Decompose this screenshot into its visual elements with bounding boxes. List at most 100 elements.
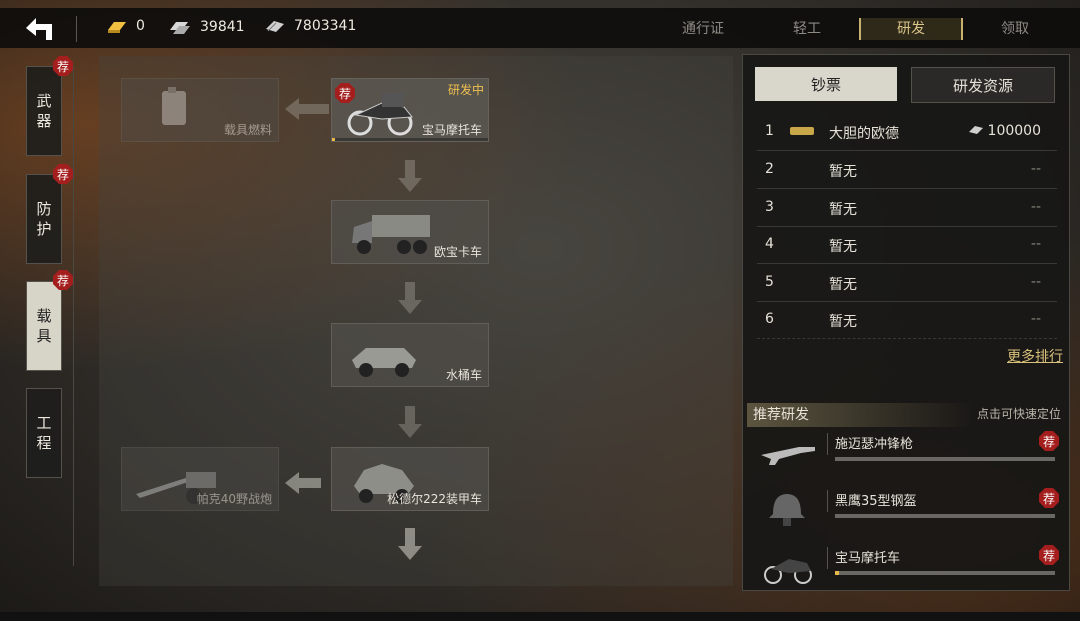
arrow-down-icon [398,282,422,314]
recommended-item-progress [835,571,1055,575]
banknote-icon [968,126,983,134]
gold-resource: 0 [106,18,145,34]
arrow-down-icon [398,160,422,192]
nav-label: 工 [36,414,52,432]
rank-player-name: 大胆的欧德 [829,126,899,142]
recommend-badge: 荐 [335,83,355,103]
recommended-item-name: 施迈瑟冲锋枪 [835,437,914,452]
tab-pass[interactable]: 通行证 [653,18,753,40]
arrow-left-icon [285,98,329,120]
tab-light-industry[interactable]: 轻工 [757,18,857,40]
rank-amount: -- [1030,274,1041,290]
recommended-item-name: 宝马摩托车 [835,551,901,566]
tree-node-bmw-motorcycle[interactable]: 研发中 宝马摩托车 [331,78,489,142]
recommended-item-name: 黑鹰35型钢盔 [835,494,917,509]
back-button[interactable] [22,14,62,42]
silver-amount: 39841 [200,19,245,35]
tree-node-sdkfz222[interactable]: 松德尔222装甲车 [331,447,489,511]
rank-medal-icon [790,127,814,135]
helmet-icon [769,494,805,526]
research-progress-bar [332,138,488,141]
rank-number: 3 [765,199,774,215]
silver-bar-icon [170,22,190,34]
rank-number: 6 [765,311,774,327]
node-name: 欧宝卡车 [433,245,482,259]
smg-icon [761,447,815,465]
banknote-resource: 7803341 [264,18,356,34]
rank-player-name: 暂无 [829,164,857,180]
item-divider [827,547,828,569]
tree-node-pak40[interactable]: 帕克40野战炮 [121,447,279,511]
sidebar-item-vehicles[interactable]: 载 具 [26,281,62,371]
recommend-badge: 荐 [1039,545,1059,565]
gold-bar-icon [108,22,126,33]
jerrycan-icon [162,87,186,125]
tab-research-resources[interactable]: 研发资源 [911,67,1055,103]
nav-label: 器 [36,112,52,130]
nav-label: 具 [36,327,52,345]
nav-label: 载 [36,307,52,325]
top-divider [76,16,77,42]
recommended-research-header: 推荐研发 [747,403,973,427]
tab-research[interactable]: 研发 [859,18,963,40]
item-divider [827,490,828,512]
nav-label: 护 [36,220,52,238]
recommend-badge: 荐 [53,270,73,290]
rank-amount: -- [1030,311,1041,327]
research-tree: 载具燃料 研发中 宝马摩托车 荐 欧宝卡车 水桶车 松德尔222装甲车 帕克40… [99,56,733,586]
silver-resource: 39841 [168,18,245,36]
jeep-icon [352,348,416,377]
top-bar: 0 39841 7803341 通行证 轻工 研发 领取 [0,8,1080,48]
sidebar-divider [73,66,74,566]
recommended-item-bmw-motorcycle[interactable]: 宝马摩托车 荐 [753,545,1063,599]
nav-label: 程 [36,434,52,452]
rank-number: 4 [765,236,774,252]
tree-node-opel-truck[interactable]: 欧宝卡车 [331,200,489,264]
nav-label: 防 [36,200,52,218]
recommended-item-progress [835,514,1055,518]
rank-player-name: 暂无 [829,314,857,330]
rank-row: 1 大胆的欧德 100000 [757,113,1057,151]
rank-amount: -- [1030,199,1041,215]
researching-status: 研发中 [447,83,484,97]
ranking-panel: 钞票 研发资源 1 大胆的欧德 100000 2 暂无 -- 3 暂无 -- 4… [742,54,1070,591]
sidebar-item-weapons[interactable]: 武 器 [26,66,62,156]
rank-row: 3 暂无 -- [757,189,1057,227]
banknote-icon [266,21,284,32]
item-divider [827,433,828,455]
rank-amount: -- [1030,236,1041,252]
quick-locate-hint: 点击可快速定位 [976,407,1061,421]
rank-player-name: 暂无 [829,277,857,293]
rank-number: 5 [765,274,774,290]
tab-claim[interactable]: 领取 [965,18,1065,40]
recommend-badge: 荐 [53,56,73,76]
rank-player-name: 暂无 [829,202,857,218]
node-name: 帕克40野战炮 [196,492,272,506]
back-arrow-icon [26,18,52,40]
node-name: 载具燃料 [223,123,272,137]
recommend-badge: 荐 [1039,488,1059,508]
rank-row: 4 暂无 -- [757,226,1057,264]
node-name: 水桶车 [445,368,482,382]
truck-icon [352,215,430,254]
recommended-item-helmet[interactable]: 黑鹰35型钢盔 荐 [753,488,1063,542]
bottom-edge [0,612,1080,621]
rank-number: 2 [765,161,774,177]
more-rankings-link[interactable]: 更多排行 [1007,346,1063,366]
rank-amount: 100000 [987,123,1041,139]
rank-amount: -- [1030,161,1041,177]
sidebar-item-engineering[interactable]: 工 程 [26,388,62,478]
tab-banknotes[interactable]: 钞票 [755,67,897,101]
tree-node-kubelwagen[interactable]: 水桶车 [331,323,489,387]
node-name: 宝马摩托车 [421,123,482,137]
rank-row: 5 暂无 -- [757,264,1057,302]
recommend-badge: 荐 [53,164,73,184]
arrow-left-icon [285,472,321,494]
tree-node-fuel[interactable]: 载具燃料 [121,78,279,142]
rank-value: 100000 [968,123,1041,139]
arrow-down-icon [398,528,422,560]
rank-row: 2 暂无 -- [757,151,1057,189]
banknote-amount: 7803341 [294,18,357,34]
recommended-item-mp40[interactable]: 施迈瑟冲锋枪 荐 [753,431,1063,485]
sidebar-item-protection[interactable]: 防 护 [26,174,62,264]
